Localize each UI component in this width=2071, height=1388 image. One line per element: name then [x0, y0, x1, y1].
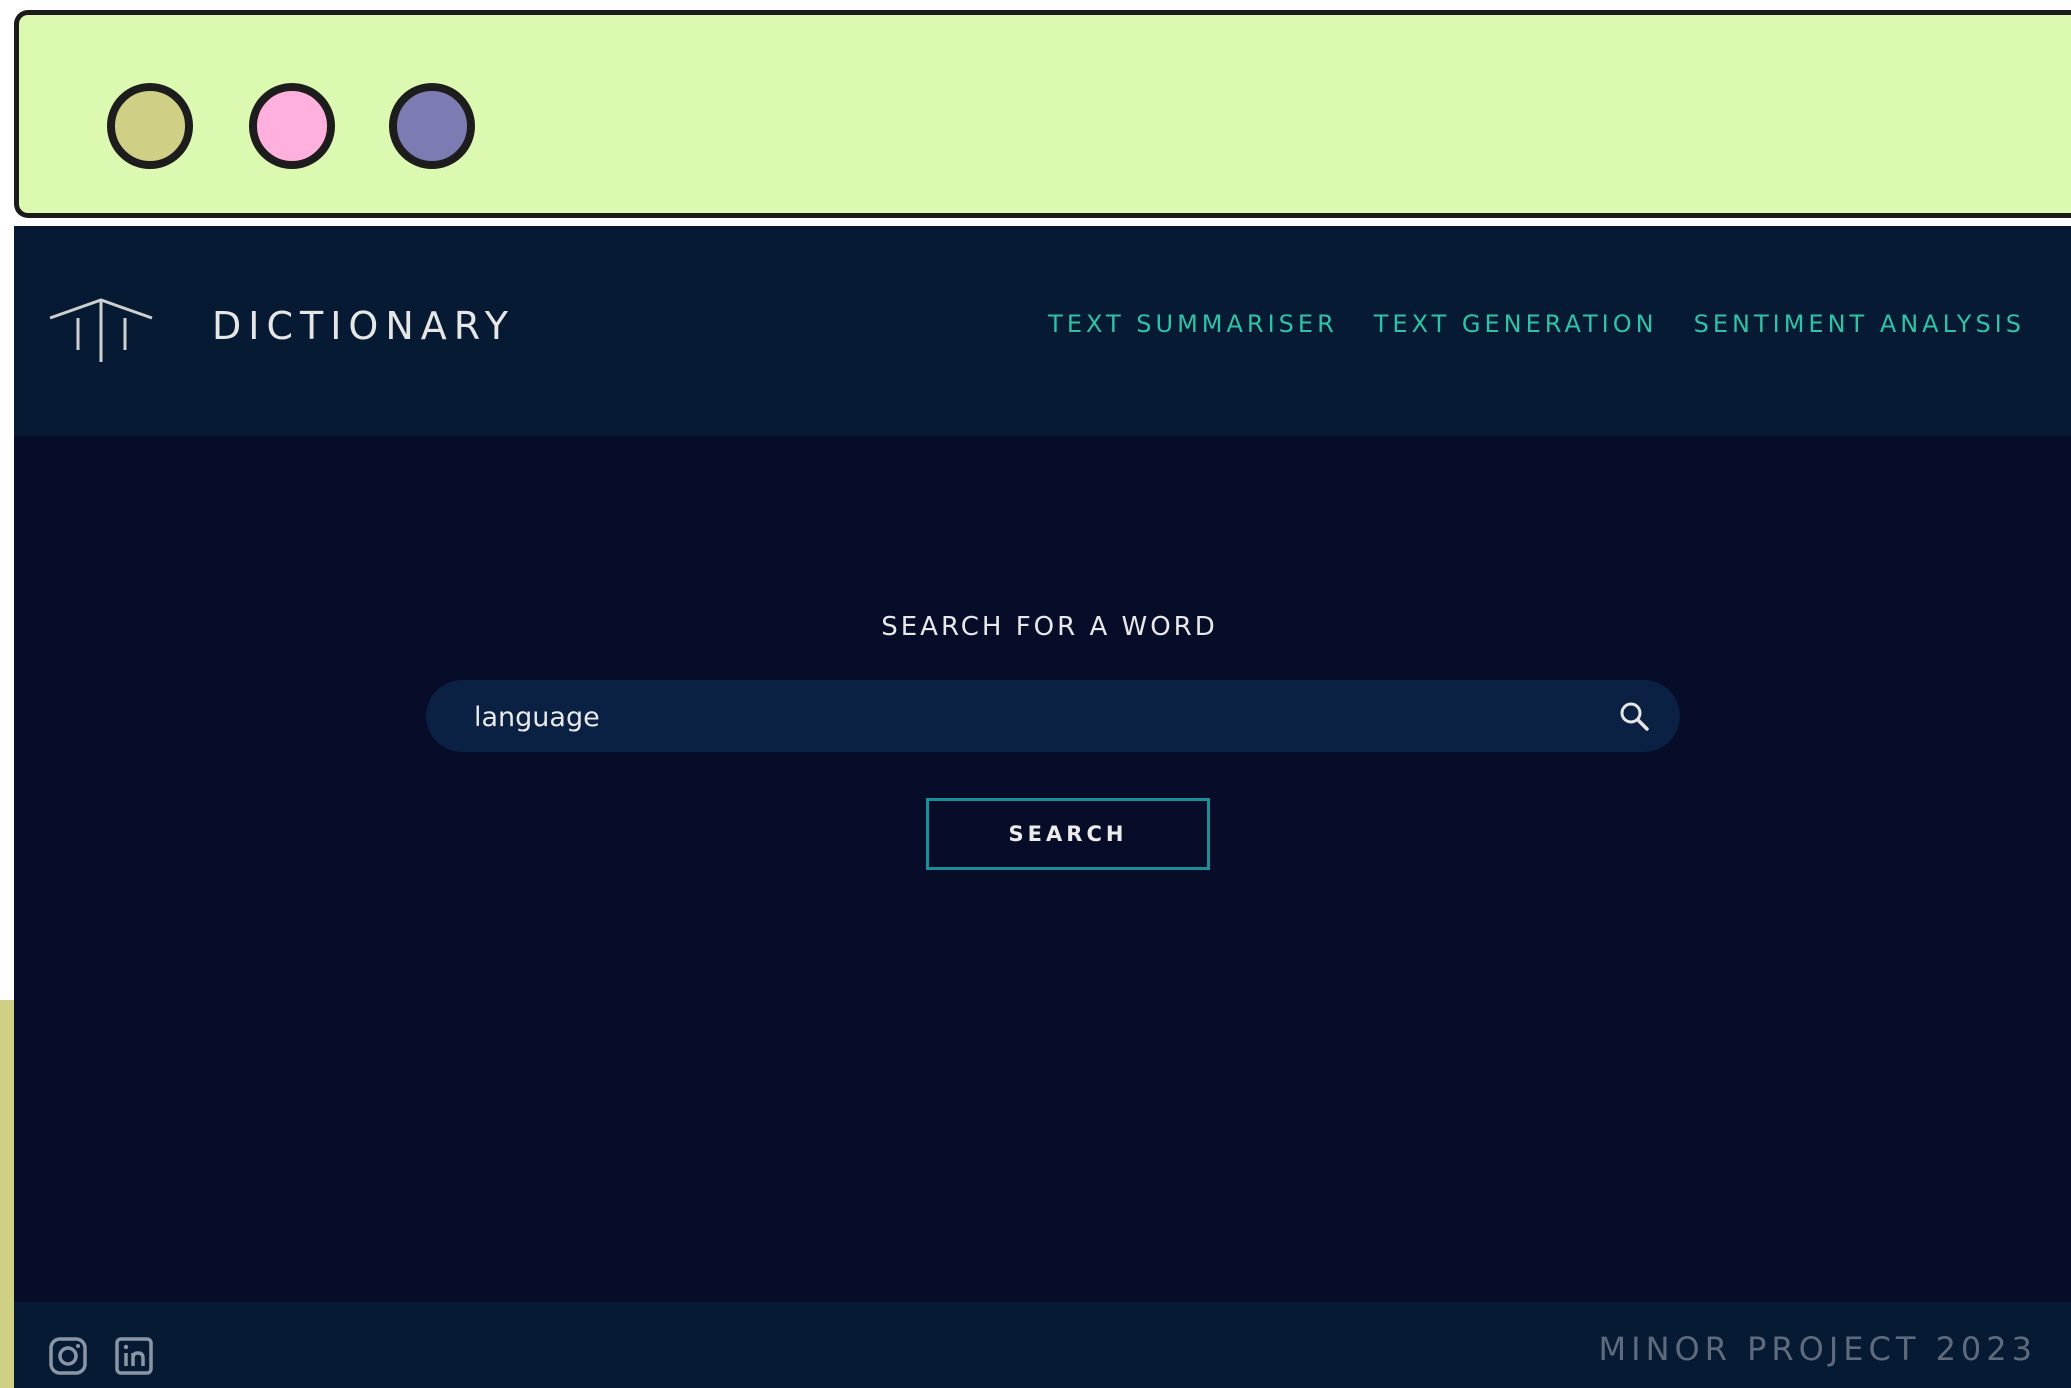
- window-dot-purple[interactable]: [389, 83, 475, 169]
- search-button[interactable]: SEARCH: [926, 798, 1210, 870]
- main-nav: TEXT SUMMARISER TEXT GENERATION SENTIMEN…: [1048, 310, 2025, 338]
- search-bar[interactable]: [426, 680, 1680, 754]
- nav-text-generation[interactable]: TEXT GENERATION: [1374, 310, 1658, 338]
- search-input[interactable]: [472, 680, 1556, 754]
- site-title[interactable]: DICTIONARY: [212, 304, 515, 348]
- browser-chrome-bar: [14, 10, 2071, 218]
- search-icon[interactable]: [1618, 700, 1650, 732]
- window-dot-olive[interactable]: [107, 83, 193, 169]
- app-window: DICTIONARY TEXT SUMMARISER TEXT GENERATI…: [14, 226, 2071, 1388]
- pillar-logo-icon[interactable]: [48, 294, 154, 364]
- nav-sentiment-analysis[interactable]: SENTIMENT ANALYSIS: [1694, 310, 2025, 338]
- site-header: DICTIONARY TEXT SUMMARISER TEXT GENERATI…: [14, 226, 2071, 436]
- main-content: SEARCH FOR A WORD SEARCH: [14, 436, 2071, 1302]
- linkedin-icon[interactable]: [114, 1336, 154, 1376]
- window-dot-pink[interactable]: [249, 83, 335, 169]
- nav-text-summariser[interactable]: TEXT SUMMARISER: [1048, 310, 1338, 338]
- instagram-icon[interactable]: [48, 1336, 88, 1376]
- footer-credit: MINOR PROJECT 2023: [1598, 1330, 2037, 1368]
- site-footer: MINOR PROJECT 2023: [14, 1302, 2071, 1388]
- search-heading: SEARCH FOR A WORD: [881, 612, 1218, 642]
